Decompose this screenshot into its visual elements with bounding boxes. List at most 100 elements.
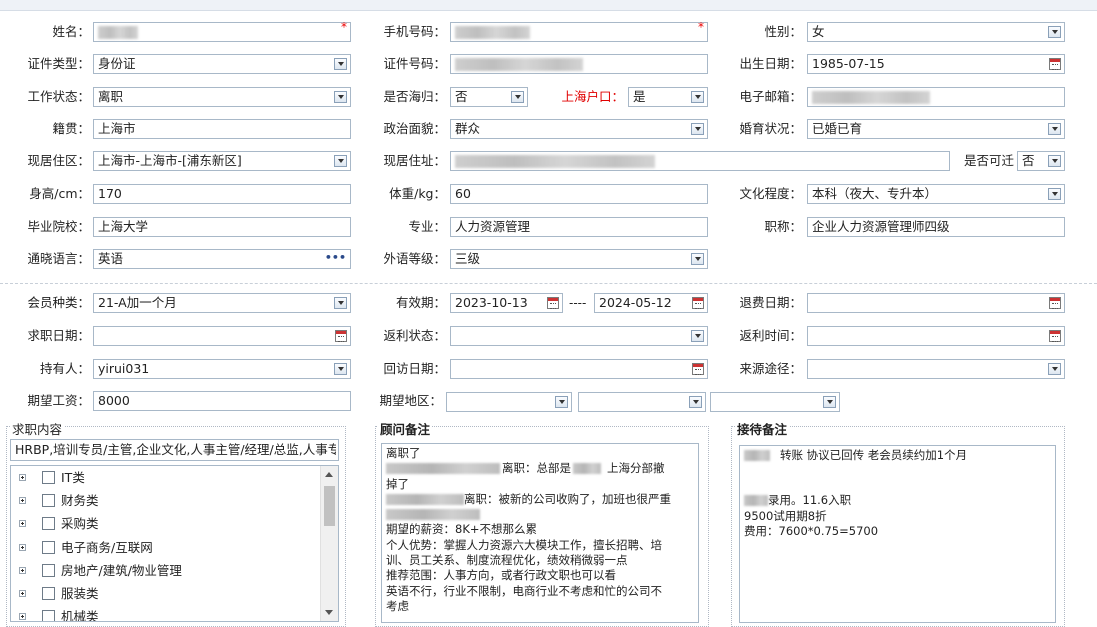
chevron-down-icon[interactable] <box>1048 123 1061 135</box>
title-field[interactable]: 企业人力资源管理师四级 <box>807 217 1065 237</box>
calendar-icon[interactable] <box>692 363 704 375</box>
political-select[interactable]: 群众 <box>450 119 708 139</box>
calendar-icon[interactable] <box>335 330 347 342</box>
jobdate-label: 求职日期： <box>27 328 90 343</box>
plus-icon[interactable] <box>19 497 26 504</box>
language-field[interactable]: 英语 ••• <box>93 249 351 269</box>
chevron-down-icon[interactable] <box>1048 363 1061 375</box>
chevron-down-icon[interactable] <box>334 91 347 103</box>
plus-icon[interactable] <box>19 520 26 527</box>
workstatus-select[interactable]: 离职 <box>93 87 351 107</box>
job-summary-field[interactable]: HRBP,培训专员/主管,企业文化,人事主管/经理/总监,人事专员 <box>10 439 339 461</box>
calendar-icon[interactable] <box>1049 330 1061 342</box>
checkbox[interactable] <box>42 471 55 484</box>
plus-icon[interactable] <box>19 590 26 597</box>
birth-date-field[interactable]: 1985-07-15 <box>807 54 1065 74</box>
scroll-thumb[interactable] <box>324 486 335 526</box>
returnee-select[interactable]: 否 <box>450 87 528 107</box>
name-field[interactable]: * <box>93 20 351 42</box>
job-summary-value: HRBP,培训专员/主管,企业文化,人事主管/经理/总监,人事专员 <box>15 442 336 457</box>
reception-notes-title: 接待备注 <box>735 419 790 438</box>
checkbox[interactable] <box>42 564 55 577</box>
idno-field[interactable] <box>450 54 708 74</box>
source-select[interactable] <box>807 359 1065 379</box>
calendar-icon[interactable] <box>547 297 559 309</box>
native-field[interactable]: 上海市 <box>93 119 351 139</box>
weight-field[interactable]: 60 <box>450 184 708 204</box>
note-line <box>386 507 694 522</box>
rebate-time-field[interactable] <box>807 326 1065 346</box>
redacted-email <box>812 91 930 104</box>
checkbox[interactable] <box>42 541 55 554</box>
reception-notes-textarea[interactable]: 转账 协议已回传 老会员续约加1个月 录用。11.6入职 9500试用期8折 费… <box>739 445 1056 623</box>
calendar-icon[interactable] <box>1049 297 1061 309</box>
plus-icon[interactable] <box>19 613 26 620</box>
redacted-address <box>455 155 655 168</box>
level-select[interactable]: 三级 <box>450 249 708 269</box>
chevron-down-icon[interactable] <box>555 396 568 408</box>
checkbox[interactable] <box>42 517 55 530</box>
note-blank-line <box>744 463 1051 478</box>
plus-icon[interactable] <box>19 544 26 551</box>
more-icon[interactable]: ••• <box>325 251 346 264</box>
scrollbar[interactable] <box>320 466 338 621</box>
calendar-icon[interactable] <box>692 297 704 309</box>
chevron-down-icon[interactable] <box>689 396 702 408</box>
chevron-down-icon[interactable] <box>691 123 704 135</box>
checkbox[interactable] <box>42 494 55 507</box>
chevron-down-icon[interactable] <box>691 253 704 265</box>
phone-label: 手机号码： <box>383 24 446 39</box>
chevron-down-icon[interactable] <box>334 363 347 375</box>
advisor-notes-textarea[interactable]: 离职了 离职：总部是 上海分部撤 掉了 离职：被新的公司收购了，加班也很严重 期望… <box>381 443 699 623</box>
chevron-down-icon[interactable] <box>1048 188 1061 200</box>
jobdate-field[interactable] <box>93 326 351 346</box>
plus-icon[interactable] <box>19 474 26 481</box>
address-field[interactable] <box>450 151 950 171</box>
residence-select[interactable]: 上海市-上海市-[浦东新区] <box>93 151 351 171</box>
plus-icon[interactable] <box>19 567 26 574</box>
scroll-down-icon[interactable] <box>325 610 333 615</box>
required-mark: * <box>341 20 347 34</box>
height-field[interactable]: 170 <box>93 184 351 204</box>
member-select[interactable]: 21-A加一个月 <box>93 293 351 313</box>
chevron-down-icon[interactable] <box>1048 26 1061 38</box>
area-district-select[interactable] <box>710 392 840 412</box>
redacted-text <box>744 495 768 507</box>
major-field[interactable]: 人力资源管理 <box>450 217 708 237</box>
chevron-down-icon[interactable] <box>334 297 347 309</box>
title-label: 职称： <box>764 219 802 234</box>
title-value: 企业人力资源管理师四级 <box>812 219 950 234</box>
visit-date-field[interactable] <box>450 359 708 379</box>
valid-to-field[interactable]: 2024-05-12 <box>594 293 708 313</box>
idtype-select[interactable]: 身份证 <box>93 54 351 74</box>
language-label: 通晓语言： <box>27 251 90 266</box>
chevron-down-icon[interactable] <box>334 58 347 70</box>
gender-select[interactable]: 女 <box>807 22 1065 42</box>
chevron-down-icon[interactable] <box>334 155 347 167</box>
valid-from-field[interactable]: 2023-10-13 <box>450 293 563 313</box>
chevron-down-icon[interactable] <box>691 91 704 103</box>
education-select[interactable]: 本科（夜大、专升本） <box>807 184 1065 204</box>
salary-field[interactable]: 8000 <box>93 391 351 411</box>
advisor-notes-title: 顾问备注 <box>378 419 433 438</box>
email-field[interactable] <box>807 87 1065 107</box>
job-category-tree[interactable]: IT类 财务类 采购类 电子商务/互联网 房地产/建筑/物业管理 服装类 机械类 <box>10 465 339 622</box>
rebate-status-select[interactable] <box>450 326 708 346</box>
phone-field[interactable]: * <box>450 20 708 42</box>
area-city-select[interactable] <box>578 392 706 412</box>
marital-select[interactable]: 已婚已育 <box>807 119 1065 139</box>
area-province-select[interactable] <box>446 392 572 412</box>
checkbox[interactable] <box>42 587 55 600</box>
holder-select[interactable]: yirui031 <box>93 359 351 379</box>
refund-date-field[interactable] <box>807 293 1065 313</box>
chevron-down-icon[interactable] <box>691 330 704 342</box>
chevron-down-icon[interactable] <box>511 91 524 103</box>
school-field[interactable]: 上海大学 <box>93 217 351 237</box>
scroll-up-icon[interactable] <box>325 472 333 477</box>
hukou-select[interactable]: 是 <box>628 87 708 107</box>
checkbox[interactable] <box>42 610 55 621</box>
chevron-down-icon[interactable] <box>1048 155 1061 167</box>
relocate-select[interactable]: 否 <box>1017 151 1065 171</box>
chevron-down-icon[interactable] <box>823 396 836 408</box>
calendar-icon[interactable] <box>1049 58 1061 70</box>
